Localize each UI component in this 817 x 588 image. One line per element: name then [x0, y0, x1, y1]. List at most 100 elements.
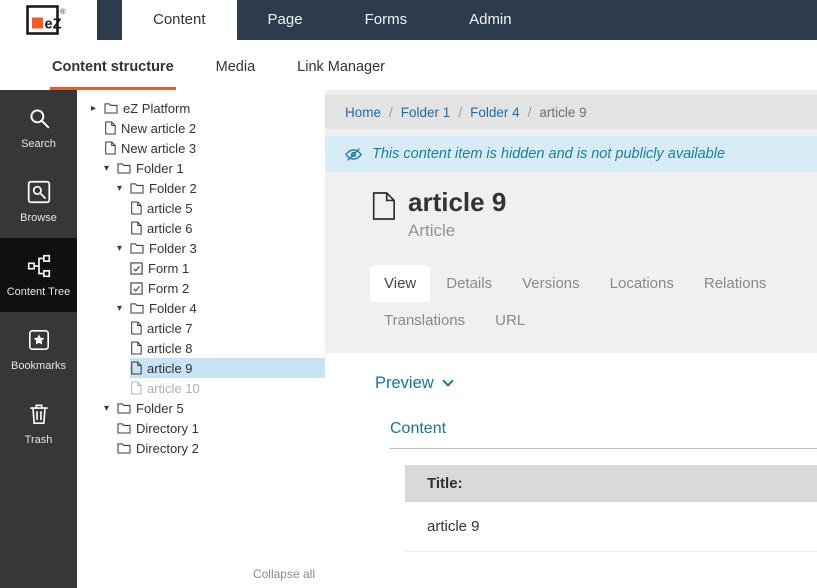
breadcrumb-item-folder-1[interactable]: Folder 1 — [401, 105, 451, 120]
breadcrumb: Home/Folder 1/Folder 4/article 9 — [325, 95, 817, 129]
sub-tab-link-manager[interactable]: Link Manager — [295, 59, 387, 90]
tab-translations[interactable]: Translations — [370, 302, 479, 339]
breadcrumb-item-home[interactable]: Home — [345, 105, 381, 120]
folder-icon — [117, 162, 131, 174]
tab-url[interactable]: URL — [481, 302, 539, 339]
tab-relations[interactable]: Relations — [690, 265, 781, 302]
tab-locations[interactable]: Locations — [596, 265, 688, 302]
tree-item-article-10[interactable]: article 10 — [77, 378, 325, 398]
tree-item-article-7[interactable]: article 7 — [77, 318, 325, 338]
form-icon — [130, 282, 143, 295]
tree-item-folder-1[interactable]: ▾Folder 1 — [77, 158, 325, 178]
tree-item-label: Folder 3 — [149, 241, 197, 256]
tree-item-body[interactable]: Directory 1 — [117, 418, 325, 438]
left-sidebar: SearchBrowse Content Tree BookmarksTrash — [0, 90, 77, 588]
tree-item-body[interactable]: article 7 — [130, 318, 325, 338]
tree-item-new-article-3[interactable]: New article 3 — [77, 138, 325, 158]
tree-item-article-5[interactable]: article 5 — [77, 198, 325, 218]
content-tree: ▸eZ PlatformNew article 2New article 3▾F… — [77, 98, 325, 458]
sub-tab-media[interactable]: Media — [214, 59, 258, 90]
field-label-row: Title: — [405, 465, 817, 502]
collapse-toggle-icon[interactable]: ▾ — [117, 303, 130, 314]
article-icon — [130, 221, 142, 235]
tree-item-label: Form 1 — [148, 261, 189, 276]
tree-item-body[interactable]: article 9 — [130, 358, 325, 378]
tree-item-form-1[interactable]: Form 1 — [77, 258, 325, 278]
tree-item-folder-3[interactable]: ▾ Folder 3 — [77, 238, 325, 258]
top-tab-forms[interactable]: Forms — [334, 0, 439, 40]
form-icon — [130, 262, 143, 275]
tree-item-article-6[interactable]: article 6 — [77, 218, 325, 238]
tree-item-form-2[interactable]: Form 2 — [77, 278, 325, 298]
top-tab-content[interactable]: Content — [122, 0, 237, 40]
preview-toggle[interactable]: Preview — [325, 353, 452, 393]
sub-tab-content-structure[interactable]: Content structure — [50, 59, 176, 90]
tree-item-body[interactable]: article 6 — [130, 218, 325, 238]
sidebar-item-bookmarks[interactable]: Bookmarks — [0, 312, 77, 386]
tab-versions[interactable]: Versions — [508, 265, 594, 302]
tree-item-folder-2[interactable]: ▾ Folder 2 — [77, 178, 325, 198]
top-tab-page[interactable]: Page — [237, 0, 334, 40]
top-tab-admin[interactable]: Admin — [438, 0, 543, 40]
tree-item-label: Form 2 — [148, 281, 189, 296]
folder-icon — [130, 302, 144, 314]
tree-item-directory-1[interactable]: Directory 1 — [77, 418, 325, 438]
collapse-toggle-icon[interactable]: ▾ — [104, 403, 117, 414]
tree-item-body[interactable]: article 8 — [130, 338, 325, 358]
tree-item-body[interactable]: Directory 2 — [117, 438, 325, 458]
preview-label: Preview — [375, 374, 434, 393]
tree-item-body[interactable]: ▾Folder 1 — [104, 158, 325, 178]
tree-item-body[interactable]: New article 2 — [104, 118, 325, 138]
folder-icon — [117, 442, 131, 454]
tree-item-label: article 5 — [147, 201, 193, 216]
collapse-toggle-icon[interactable]: ▾ — [117, 243, 130, 254]
sidebar-item-browse[interactable]: Browse — [0, 164, 77, 238]
sidebar-item-trash[interactable]: Trash — [0, 386, 77, 460]
main-content: Home/Folder 1/Folder 4/article 9 This co… — [325, 90, 817, 588]
tree-item-body[interactable]: ▾ Folder 2 — [117, 178, 325, 198]
sidebar-item-search[interactable]: Search — [0, 90, 77, 164]
tree-item-body[interactable]: Form 2 — [130, 278, 325, 298]
tree-item-body[interactable]: article 10 — [130, 378, 325, 398]
tree-item-body[interactable]: Form 1 — [130, 258, 325, 278]
collapse-toggle-icon[interactable]: ▾ — [104, 163, 117, 174]
page-title: article 9 — [408, 188, 506, 217]
tree-item-body[interactable]: ▸ eZ Platform — [91, 98, 325, 118]
tree-item-article-8[interactable]: article 8 — [77, 338, 325, 358]
tree-item-article-9[interactable]: article 9 — [77, 358, 325, 378]
folder-icon — [130, 242, 144, 254]
breadcrumb-separator: / — [458, 105, 462, 120]
field-value-row: article 9 — [405, 502, 817, 552]
breadcrumb-item-folder-4[interactable]: Folder 4 — [470, 105, 520, 120]
tree-item-label: article 9 — [147, 361, 193, 376]
ez-logo[interactable]: eZ ® — [0, 0, 97, 40]
tree-item-label: eZ Platform — [123, 101, 190, 116]
logo-registered-mark: ® — [60, 7, 66, 16]
folder-icon — [130, 182, 144, 194]
tree-item-body[interactable]: article 5 — [130, 198, 325, 218]
article-icon — [104, 141, 116, 155]
tree-item-body[interactable]: New article 3 — [104, 138, 325, 158]
collapse-toggle-icon[interactable]: ▾ — [117, 183, 130, 194]
tree-item-label: Folder 2 — [149, 181, 197, 196]
sidebar-item-content-tree[interactable]: Content Tree — [0, 238, 77, 312]
expand-toggle-icon[interactable]: ▸ — [91, 103, 104, 114]
article-icon — [104, 121, 116, 135]
tree-item-label: New article 2 — [121, 121, 196, 136]
breadcrumb-separator: / — [389, 105, 393, 120]
tree-item-body[interactable]: ▾Folder 5 — [104, 398, 325, 418]
tree-item-folder-4[interactable]: ▾Folder 4 — [77, 298, 325, 318]
tab-view[interactable]: View — [370, 265, 430, 302]
tree-item-new-article-2[interactable]: New article 2 — [77, 118, 325, 138]
collapse-all-button[interactable]: Collapse all — [253, 567, 315, 581]
tree-item-ez-platform[interactable]: ▸ eZ Platform — [77, 98, 325, 118]
tree-item-label: article 10 — [147, 381, 200, 396]
content-title-block: article 9 Article — [370, 188, 817, 241]
browse-icon — [26, 179, 52, 205]
tree-item-folder-5[interactable]: ▾Folder 5 — [77, 398, 325, 418]
tree-item-body[interactable]: ▾Folder 4 — [117, 298, 325, 318]
tree-item-directory-2[interactable]: Directory 2 — [77, 438, 325, 458]
tree-item-body[interactable]: ▾ Folder 3 — [117, 238, 325, 258]
tab-details[interactable]: Details — [432, 265, 506, 302]
sidebar-item-label: Content Tree — [7, 286, 71, 298]
